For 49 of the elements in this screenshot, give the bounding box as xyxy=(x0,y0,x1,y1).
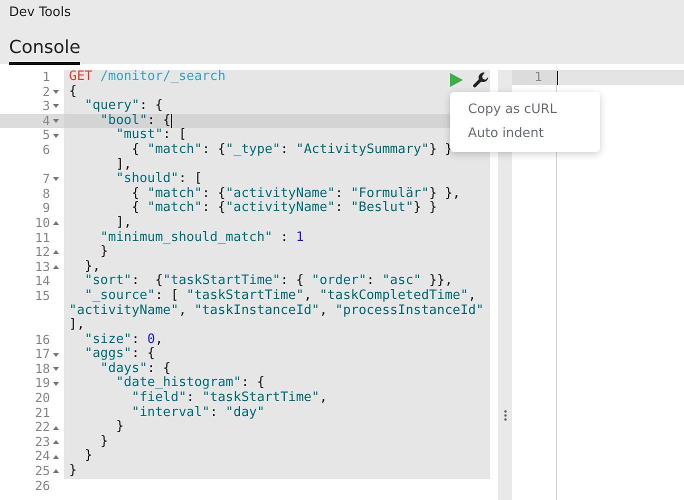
line-number: 26 xyxy=(34,478,50,494)
console-tab[interactable]: Console xyxy=(9,35,80,65)
fold-close-icon[interactable] xyxy=(53,469,59,474)
fold-close-icon[interactable] xyxy=(53,250,59,254)
fold-close-icon[interactable] xyxy=(53,440,59,444)
line-number: 6 xyxy=(42,142,50,158)
fold-close-icon[interactable] xyxy=(53,426,59,430)
line-number: 3 xyxy=(42,99,50,114)
line-number: 17 xyxy=(34,347,50,362)
text-cursor xyxy=(557,71,558,85)
line-number: 8 xyxy=(42,186,50,202)
line-number: 12 xyxy=(34,245,50,260)
line-number: 20 xyxy=(34,391,50,406)
line-number: 2 xyxy=(42,84,50,100)
line-number: 13 xyxy=(34,260,50,274)
fold-open-icon[interactable] xyxy=(53,134,59,138)
line-number: 24 xyxy=(34,449,50,464)
line-number: 11 xyxy=(34,230,50,246)
fold-open-icon[interactable] xyxy=(53,177,59,182)
line-number: 1 xyxy=(534,70,542,85)
line-number: 16 xyxy=(34,332,50,348)
line-number: 7 xyxy=(42,172,50,187)
line-number: 9 xyxy=(42,201,50,216)
line-number: 14 xyxy=(34,274,50,289)
line-number: 18 xyxy=(34,362,50,376)
line-number: 22 xyxy=(34,420,50,435)
fold-close-icon[interactable] xyxy=(53,454,59,459)
line-number: 4 xyxy=(42,114,50,128)
fold-open-icon[interactable] xyxy=(53,352,59,357)
drag-handle-icon[interactable] xyxy=(504,410,506,420)
fold-close-icon[interactable] xyxy=(53,221,59,226)
line-number: 23 xyxy=(34,434,50,450)
line-number: 10 xyxy=(34,216,50,231)
line-number: 1 xyxy=(42,70,50,85)
fold-open-icon[interactable] xyxy=(53,119,59,124)
fold-close-icon[interactable] xyxy=(53,265,59,270)
fold-open-icon[interactable] xyxy=(53,382,59,386)
line-number: 19 xyxy=(34,376,50,392)
text-cursor xyxy=(170,114,172,128)
fold-open-icon[interactable] xyxy=(53,104,59,108)
line-number: 25 xyxy=(34,464,50,479)
app-title: Dev Tools xyxy=(9,4,72,22)
line-number: 15 xyxy=(34,288,50,304)
fold-open-icon[interactable] xyxy=(53,367,59,372)
line-number: 5 xyxy=(42,128,50,143)
fold-open-icon[interactable] xyxy=(53,90,59,94)
line-number: 21 xyxy=(34,406,50,420)
play-icon[interactable] xyxy=(450,73,463,87)
wrench-icon[interactable] xyxy=(473,72,489,88)
